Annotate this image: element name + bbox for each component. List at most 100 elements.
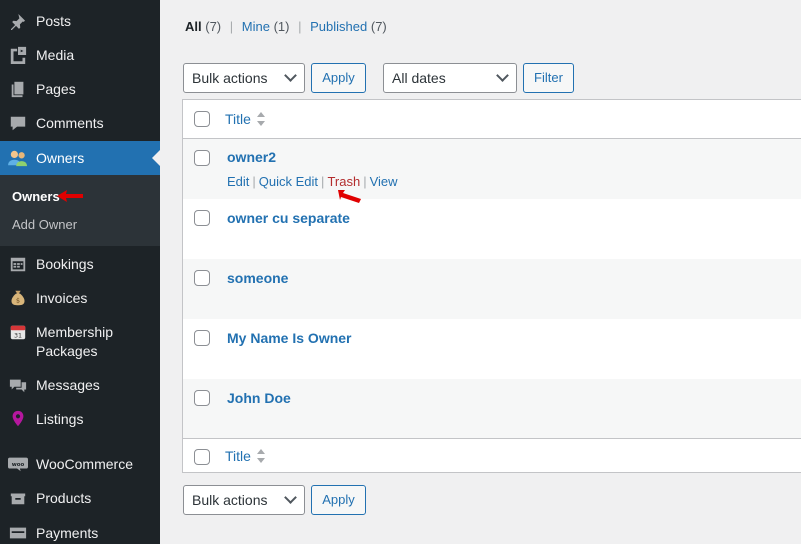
date-filter-value: All dates: [392, 70, 446, 86]
calendar-icon: [8, 254, 28, 274]
money-bag-icon: $: [8, 288, 28, 308]
separator: |: [363, 174, 367, 189]
filter-all-count: (7): [205, 19, 222, 34]
owners-table: Title owner2 Edit | Quick Edit | Trash | View …: [182, 99, 801, 473]
trash-link[interactable]: Trash: [327, 174, 360, 189]
filter-button[interactable]: Filter: [523, 63, 574, 93]
table-row: owner2 Edit | Quick Edit | Trash | View: [183, 139, 801, 199]
woo-icon: woo: [8, 454, 28, 474]
apply-button-bottom[interactable]: Apply: [311, 485, 366, 515]
separator: |: [321, 174, 325, 189]
table-row: John Doe: [183, 379, 801, 439]
calendar-31-icon: 31: [8, 322, 28, 342]
sidebar-item-owners[interactable]: Owners: [0, 141, 160, 175]
separator: |: [298, 19, 302, 34]
separator: |: [229, 19, 234, 34]
annotation-arrow-icon: [57, 190, 83, 202]
table-row: owner cu separate: [183, 199, 801, 259]
sidebar-item-payments[interactable]: Payments: [0, 514, 160, 544]
row-checkbox[interactable]: [194, 330, 210, 346]
sidebar-item-label: Bookings: [36, 256, 94, 272]
sidebar-item-bookings[interactable]: Bookings: [0, 246, 160, 280]
row-title-link[interactable]: John Doe: [227, 390, 291, 406]
filter-published-label: Published: [310, 19, 368, 34]
date-filter-select[interactable]: All dates: [383, 63, 517, 93]
filter-mine-link[interactable]: Mine: [242, 19, 270, 34]
title-column-label: Title: [225, 111, 251, 127]
quick-edit-link[interactable]: Quick Edit: [259, 174, 318, 189]
row-title-link[interactable]: My Name Is Owner: [227, 330, 352, 346]
bulk-actions-select-bottom[interactable]: Bulk actions: [183, 485, 305, 515]
main-content: All (7) | Mine (1) | Published (7) Bulk …: [160, 0, 801, 544]
users-icon: [8, 148, 28, 168]
chevron-down-icon: [284, 491, 297, 504]
filter-mine-count: (1): [273, 19, 290, 34]
sidebar-item-label: Posts: [36, 13, 72, 29]
bulk-actions-value: Bulk actions: [192, 492, 268, 508]
payments-icon: [8, 523, 28, 543]
sidebar-item-posts[interactable]: Posts: [0, 0, 160, 40]
row-title-link[interactable]: owner2: [227, 149, 276, 165]
edit-link[interactable]: Edit: [227, 174, 249, 189]
filter-published-link[interactable]: Published: [310, 19, 367, 34]
sidebar-item-membership-packages[interactable]: 31 Membership Packages: [0, 314, 160, 368]
svg-text:$: $: [16, 298, 20, 305]
sidebar-item-invoices[interactable]: $ Invoices: [0, 280, 160, 314]
sort-icon: [256, 112, 266, 126]
table-header: Title: [183, 100, 801, 139]
title-column-label: Title: [225, 448, 251, 464]
row-checkbox[interactable]: [194, 210, 210, 226]
sidebar-item-label: Membership: [36, 324, 114, 340]
submenu-item-owners[interactable]: Owners: [12, 189, 60, 204]
title-column-header[interactable]: Title: [225, 111, 266, 127]
row-title-link[interactable]: owner cu separate: [227, 210, 350, 226]
row-checkbox[interactable]: [194, 390, 210, 406]
bulk-actions-value: Bulk actions: [192, 70, 268, 86]
row-checkbox[interactable]: [194, 150, 210, 166]
location-pin-icon: [8, 409, 28, 429]
title-column-footer[interactable]: Title: [225, 448, 266, 464]
sidebar-item-label: Payments: [36, 525, 99, 541]
row-checkbox[interactable]: [194, 270, 210, 286]
sidebar-item-label-line2: Packages: [36, 343, 98, 359]
row-title-link[interactable]: someone: [227, 270, 288, 286]
sidebar-item-label: Messages: [36, 377, 100, 393]
filter-all-label: All: [185, 19, 202, 34]
submenu-item-add-owner[interactable]: Add Owner: [12, 217, 77, 232]
sidebar-item-products[interactable]: Products: [0, 480, 160, 514]
apply-button-top[interactable]: Apply: [311, 63, 366, 93]
sidebar-item-label: Pages: [36, 81, 76, 97]
table-row: My Name Is Owner: [183, 319, 801, 379]
sidebar-item-messages[interactable]: Messages: [0, 368, 160, 402]
products-icon: [8, 488, 28, 508]
table-footer: Title: [183, 438, 801, 474]
chevron-down-icon: [284, 69, 297, 82]
separator: |: [252, 174, 256, 189]
select-all-checkbox[interactable]: [194, 111, 210, 127]
view-link[interactable]: View: [370, 174, 398, 189]
svg-text:woo: woo: [12, 462, 25, 468]
row-actions: Edit | Quick Edit | Trash | View: [227, 174, 398, 189]
sidebar-item-label: WooCommerce: [36, 456, 133, 472]
sidebar-item-label: Invoices: [36, 290, 88, 306]
sidebar-item-media[interactable]: Media: [0, 40, 160, 74]
bulk-actions-select-top[interactable]: Bulk actions: [183, 63, 305, 93]
annotation-arrow-icon: [338, 190, 361, 203]
sidebar-item-comments[interactable]: Comments: [0, 108, 160, 142]
select-all-checkbox-footer[interactable]: [194, 449, 210, 465]
sidebar-item-woocommerce[interactable]: woo WooCommerce: [0, 446, 160, 480]
sidebar-item-pages[interactable]: Pages: [0, 74, 160, 108]
status-filter-links: All (7) | Mine (1) | Published (7): [185, 19, 387, 34]
media-icon: [8, 45, 28, 65]
messages-icon: [8, 375, 28, 395]
admin-sidebar: Posts Media Pages Comments Owners Owners…: [0, 0, 160, 544]
sidebar-item-label: Products: [36, 490, 92, 506]
filter-all-link[interactable]: All: [185, 19, 202, 34]
pages-icon: [8, 79, 28, 99]
sidebar-item-listings[interactable]: Listings: [0, 402, 160, 436]
sidebar-item-label: Owners: [36, 150, 85, 166]
sidebar-item-label: Media: [36, 47, 75, 63]
filter-mine-label: Mine: [241, 19, 270, 34]
comment-icon: [8, 113, 28, 133]
table-row: someone: [183, 259, 801, 319]
